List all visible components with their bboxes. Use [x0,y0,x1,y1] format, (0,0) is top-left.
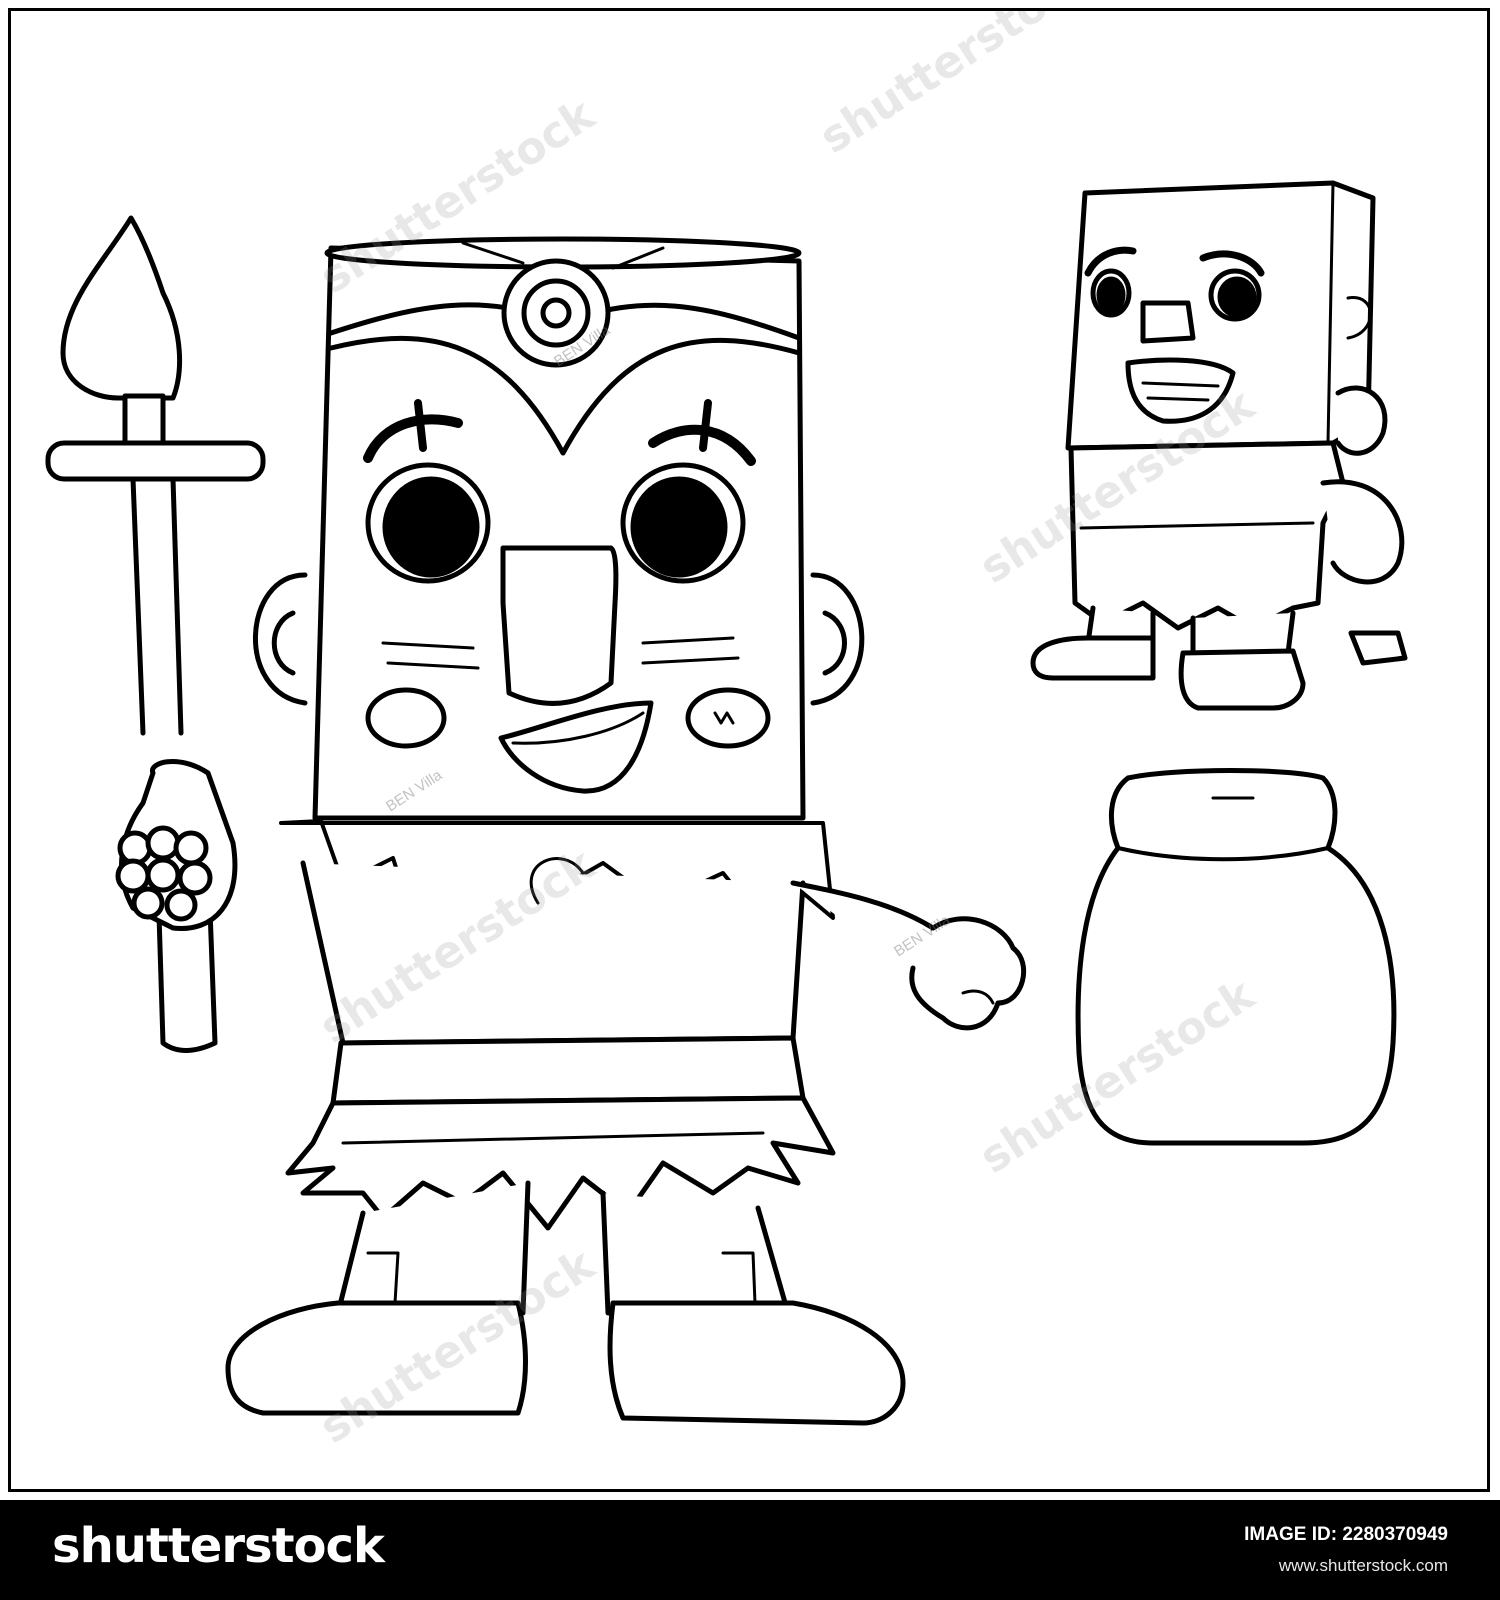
image-id-label: IMAGE ID: 2280370949 [1244,1524,1448,1545]
spear-illustration [45,215,266,1053]
line-art-illustration [45,180,1408,1426]
shutterstock-logo: shutterstock [52,1518,385,1574]
jar-illustration [1075,768,1397,1146]
site-url: www.shutterstock.com [1278,1556,1448,1575]
stock-footer-bar: shutterstock IMAGE ID: 2280370949 www.sh… [0,1500,1500,1600]
page: shutterstock shutterstock shutterstock s… [0,0,1500,1600]
main-character-illustration [225,236,1027,1426]
small-character-illustration [1030,180,1408,711]
left-hand-illustration [115,758,238,932]
coloring-page-artwork: shutterstock shutterstock shutterstock s… [8,8,1490,1492]
